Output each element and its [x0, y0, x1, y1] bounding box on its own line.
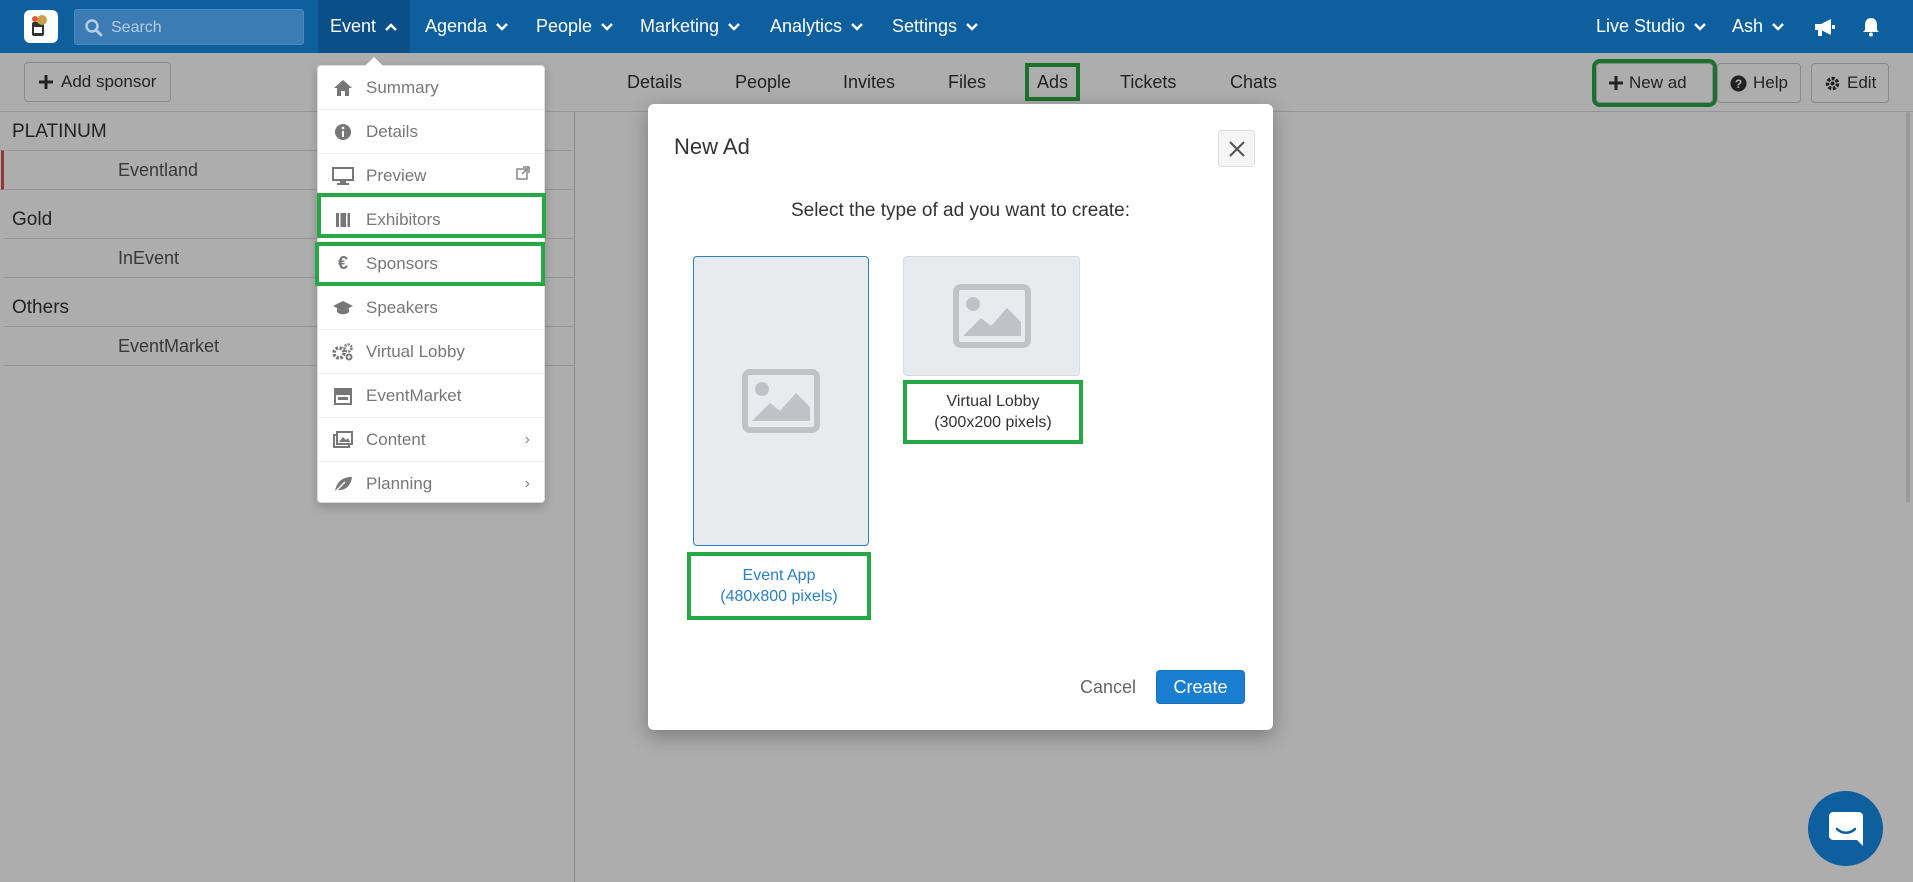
- menu-item-planning[interactable]: Planning ›: [318, 462, 544, 506]
- ad-option-size: (300x200 pixels): [934, 414, 1052, 431]
- page-scrollbar[interactable]: [1906, 112, 1910, 502]
- menu-item-eventmarket[interactable]: EventMarket: [318, 374, 544, 418]
- app-logo[interactable]: [24, 10, 58, 43]
- nav-live-studio[interactable]: Live Studio: [1596, 0, 1707, 53]
- gears-icon: [332, 342, 354, 362]
- ad-label-event-app[interactable]: Event App (480x800 pixels): [687, 552, 871, 620]
- megaphone-icon: [1815, 18, 1835, 36]
- nav-event-label: Event: [330, 16, 377, 36]
- menu-item-label: Speakers: [366, 297, 438, 317]
- nav-marketing-label: Marketing: [640, 16, 720, 36]
- menu-item-label: Preview: [366, 165, 427, 185]
- menu-item-label: EventMarket: [366, 385, 462, 405]
- modal-title: New Ad: [674, 134, 750, 159]
- dropdown-caret: [365, 57, 383, 66]
- ad-option-virtual-lobby[interactable]: [903, 256, 1080, 376]
- search-icon: [85, 19, 103, 37]
- new-ad-modal: New Ad Select the type of ad you want to…: [648, 104, 1273, 730]
- top-navbar: Event Agenda People Marketing Analytics …: [0, 0, 1913, 53]
- menu-item-content[interactable]: Content ›: [318, 418, 544, 462]
- menu-item-exhibitors[interactable]: Exhibitors: [318, 198, 544, 242]
- chevron-up-icon: [385, 22, 397, 31]
- nav-live-studio-label: Live Studio: [1596, 16, 1686, 36]
- event-dropdown-menu: Summary Details Preview Exhibitors € Spo…: [317, 57, 545, 506]
- menu-item-label: Content: [366, 429, 426, 449]
- notifications-button[interactable]: [1862, 0, 1880, 53]
- chevron-right-icon: ›: [524, 475, 530, 492]
- chevron-right-icon: ›: [524, 430, 530, 448]
- nav-settings[interactable]: Settings: [892, 0, 979, 53]
- menu-item-label: Virtual Lobby: [366, 341, 465, 361]
- nav-event[interactable]: Event: [318, 0, 411, 53]
- chevron-down-icon: [496, 22, 508, 31]
- chat-icon: [1828, 811, 1863, 846]
- chevron-down-icon: [1772, 22, 1784, 31]
- nav-people-label: People: [536, 16, 593, 36]
- book-icon: [332, 210, 354, 230]
- close-button[interactable]: [1218, 130, 1255, 167]
- nav-settings-label: Settings: [892, 16, 958, 36]
- chevron-down-icon: [851, 22, 863, 31]
- menu-item-label: Sponsors: [366, 253, 438, 273]
- chevron-down-icon: [966, 22, 978, 31]
- euro-icon: €: [337, 253, 348, 273]
- nav-user-label: Ash: [1732, 16, 1764, 36]
- search-input[interactable]: [111, 16, 296, 40]
- ad-option-name: Virtual Lobby: [946, 393, 1040, 410]
- graduation-cap-icon: [332, 298, 354, 318]
- chevron-down-icon: [728, 22, 740, 31]
- store-icon: [332, 386, 354, 406]
- close-icon: [1228, 140, 1245, 157]
- nav-user-menu[interactable]: Ash: [1732, 0, 1785, 53]
- ad-option-name: Event App: [742, 567, 816, 584]
- menu-item-label: Exhibitors: [366, 209, 441, 229]
- bell-icon: [1863, 17, 1879, 36]
- search-box[interactable]: [74, 9, 304, 45]
- image-placeholder-icon: [742, 369, 820, 433]
- leaf-icon: [332, 474, 354, 494]
- nav-agenda-label: Agenda: [425, 16, 488, 36]
- menu-item-virtual-lobby[interactable]: Virtual Lobby: [318, 330, 544, 374]
- home-icon: [332, 78, 354, 98]
- nav-analytics[interactable]: Analytics: [770, 0, 864, 53]
- nav-analytics-label: Analytics: [770, 16, 843, 36]
- ad-option-event-app[interactable]: [693, 256, 869, 546]
- monitor-icon: [332, 166, 354, 186]
- menu-item-details[interactable]: Details: [318, 110, 544, 154]
- menu-item-label: Planning: [366, 474, 433, 493]
- nav-marketing[interactable]: Marketing: [640, 0, 741, 53]
- images-icon: [332, 430, 354, 450]
- create-button[interactable]: Create: [1156, 670, 1245, 704]
- menu-item-sponsors[interactable]: € Sponsors: [318, 242, 544, 286]
- logo-icon: [32, 15, 47, 36]
- chevron-down-icon: [1694, 22, 1706, 31]
- nav-agenda[interactable]: Agenda: [425, 0, 509, 53]
- modal-prompt: Select the type of ad you want to create…: [790, 200, 1131, 221]
- info-icon: [332, 122, 354, 142]
- menu-item-label: Details: [366, 121, 418, 141]
- nav-people[interactable]: People: [536, 0, 614, 53]
- ad-label-virtual-lobby[interactable]: Virtual Lobby (300x200 pixels): [903, 380, 1083, 444]
- image-placeholder-icon: [952, 284, 1031, 348]
- menu-item-label: Summary: [366, 77, 439, 97]
- announcements-button[interactable]: [1813, 0, 1837, 53]
- chevron-down-icon: [601, 22, 613, 31]
- support-chat-button[interactable]: [1808, 791, 1883, 866]
- menu-item-preview[interactable]: Preview: [318, 154, 544, 198]
- ad-option-size: (480x800 pixels): [720, 588, 838, 605]
- external-link-icon: [516, 166, 530, 185]
- menu-item-speakers[interactable]: Speakers: [318, 286, 544, 330]
- menu-item-summary[interactable]: Summary: [318, 66, 544, 110]
- cancel-button[interactable]: Cancel: [1068, 670, 1148, 704]
